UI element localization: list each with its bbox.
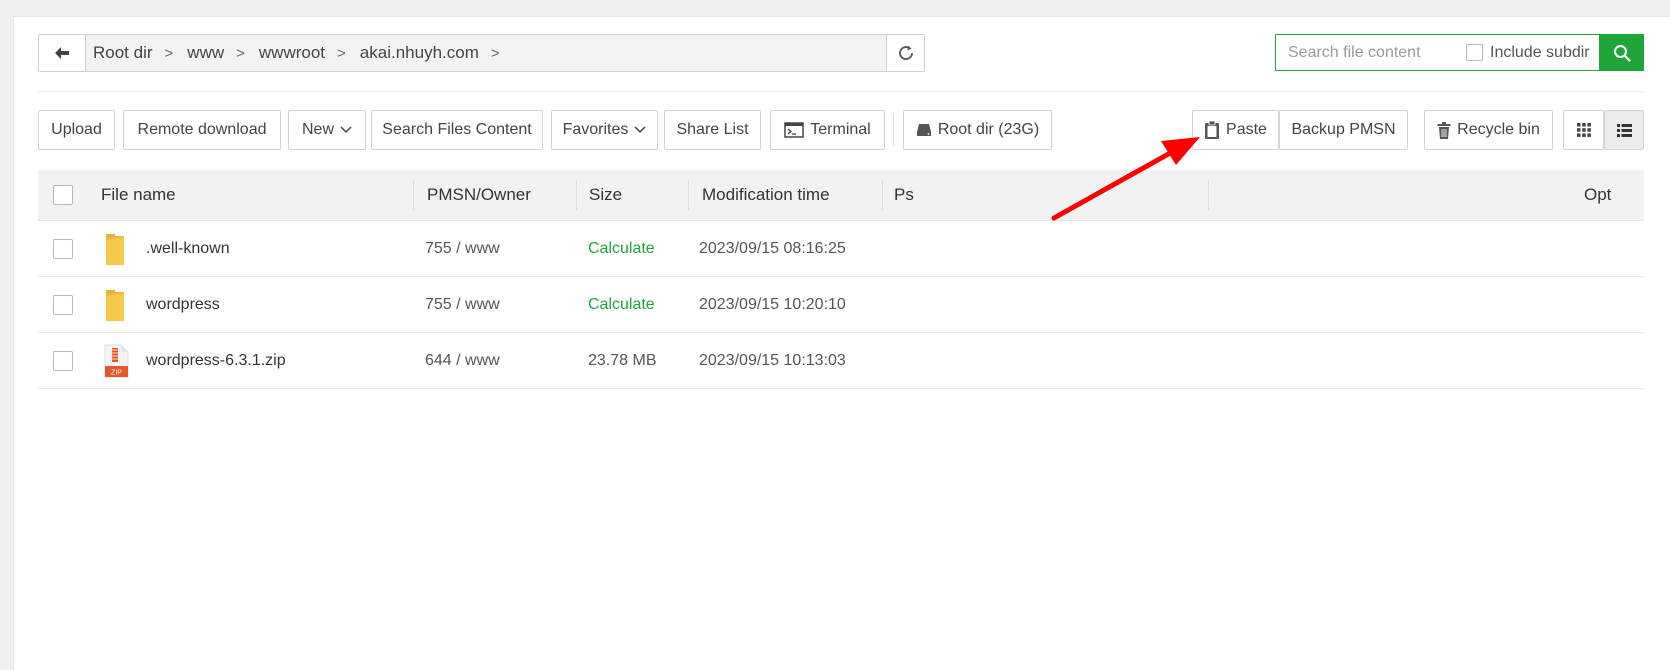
file-name[interactable]: wordpress-6.3.1.zip (146, 333, 286, 388)
breadcrumb-item-site[interactable]: akai.nhuyh.com (360, 43, 479, 63)
file-owner[interactable]: 755 / www (425, 277, 500, 332)
file-size-calculate-link[interactable]: Calculate (588, 221, 655, 276)
paste-button[interactable]: Paste (1192, 110, 1279, 150)
column-file-name[interactable]: File name (101, 170, 176, 220)
file-table-header: File name PMSN/Owner Size Modification t… (38, 170, 1644, 221)
backup-pmsn-button[interactable]: Backup PMSN (1279, 110, 1408, 150)
column-divider (882, 180, 883, 210)
column-owner[interactable]: PMSN/Owner (427, 170, 531, 220)
breadcrumb: Root dir > www > wwwroot > akai.nhuyh.co… (38, 34, 925, 72)
list-view-icon (1616, 123, 1632, 137)
table-row[interactable]: ZIP wordpress-6.3.1.zip 644 / www 23.78 … (38, 333, 1644, 389)
terminal-icon (784, 122, 805, 138)
column-mtime[interactable]: Modification time (702, 170, 830, 220)
grid-view-icon (1576, 123, 1591, 137)
chevron-down-icon (340, 126, 352, 134)
disk-icon (916, 124, 931, 136)
file-icon-cell: ZIP (103, 333, 129, 388)
upload-button[interactable]: Upload (38, 110, 115, 150)
file-name[interactable]: wordpress (146, 277, 220, 332)
folder-icon (106, 289, 124, 321)
favorites-label: Favorites (562, 121, 629, 138)
row-checkbox[interactable] (53, 238, 73, 259)
refresh-icon (898, 45, 913, 60)
include-subdir-checkbox[interactable] (1466, 44, 1483, 61)
root-dir-label: Root dir (23G) (937, 121, 1040, 138)
file-owner[interactable]: 755 / www (425, 221, 500, 276)
breadcrumb-separator: > (164, 44, 174, 62)
row-select-cell (53, 333, 73, 388)
column-divider (413, 180, 414, 210)
search-input[interactable] (1286, 42, 1460, 63)
row-select-cell (53, 277, 73, 332)
breadcrumb-separator: > (236, 44, 245, 62)
remote-download-button[interactable]: Remote download (123, 110, 281, 150)
search-icon (1614, 44, 1631, 62)
table-row[interactable]: .well-known 755 / www Calculate 2023/09/… (38, 221, 1644, 277)
breadcrumb-path: Root dir > www > wwwroot > akai.nhuyh.co… (93, 35, 514, 71)
folder-icon (106, 233, 124, 265)
file-size-calculate-link[interactable]: Calculate (588, 277, 655, 332)
file-size: 23.78 MB (588, 351, 657, 369)
terminal-label: Terminal (810, 121, 871, 138)
row-checkbox[interactable] (53, 350, 73, 371)
table-row[interactable]: wordpress 755 / www Calculate 2023/09/15… (38, 277, 1644, 333)
include-subdir-label: Include subdir (1490, 43, 1590, 61)
new-label: New (301, 121, 334, 138)
svg-text:ZIP: ZIP (111, 369, 122, 376)
back-arrow-icon (55, 47, 69, 59)
list-view-button[interactable] (1604, 110, 1644, 150)
row-checkbox[interactable] (53, 294, 73, 315)
file-mtime: 2023/09/15 10:13:03 (699, 351, 846, 369)
refresh-button[interactable] (886, 35, 924, 71)
root-dir-disk-button[interactable]: Root dir (23G) (903, 110, 1052, 150)
back-button[interactable] (39, 35, 86, 71)
toolbar-divider (893, 114, 894, 146)
file-content-search: Include subdir (1275, 34, 1600, 71)
row-select-cell (53, 221, 73, 276)
breadcrumb-item-wwwroot[interactable]: wwwroot (259, 43, 325, 63)
file-mtime: 2023/09/15 10:20:10 (699, 295, 846, 313)
file-mtime: 2023/09/15 08:16:25 (699, 239, 846, 257)
zip-file-icon: ZIP (104, 344, 129, 377)
select-all-checkbox[interactable] (53, 185, 73, 205)
column-divider (1208, 180, 1209, 210)
share-list-button[interactable]: Share List (664, 110, 761, 150)
new-dropdown-button[interactable]: New (288, 110, 366, 150)
breadcrumb-item-www[interactable]: www (187, 43, 224, 63)
breadcrumb-separator: > (337, 44, 346, 62)
terminal-button[interactable]: Terminal (770, 110, 885, 150)
search-files-content-button[interactable]: Search Files Content (371, 110, 543, 150)
column-divider (688, 180, 689, 210)
clipboard-icon (1205, 120, 1220, 139)
file-owner[interactable]: 644 / www (425, 333, 500, 388)
recycle-bin-button[interactable]: Recycle bin (1424, 110, 1553, 150)
file-icon-cell (103, 277, 127, 332)
column-size[interactable]: Size (589, 170, 622, 220)
breadcrumb-separator: > (490, 44, 500, 62)
paste-label: Paste (1226, 121, 1267, 138)
recycle-bin-label: Recycle bin (1457, 121, 1540, 138)
file-icon-cell (103, 221, 127, 276)
header-divider (38, 91, 1644, 92)
column-divider (576, 180, 577, 210)
chevron-down-icon (634, 126, 646, 134)
file-name[interactable]: .well-known (146, 221, 230, 276)
favorites-dropdown-button[interactable]: Favorites (551, 110, 658, 150)
select-all-cell (53, 170, 73, 220)
column-ps: Ps (894, 185, 914, 204)
search-button[interactable] (1600, 34, 1644, 71)
column-opt: Opt (1584, 185, 1612, 204)
trash-icon (1437, 121, 1451, 139)
breadcrumb-item-root[interactable]: Root dir (93, 43, 153, 63)
grid-view-button[interactable] (1563, 110, 1604, 150)
